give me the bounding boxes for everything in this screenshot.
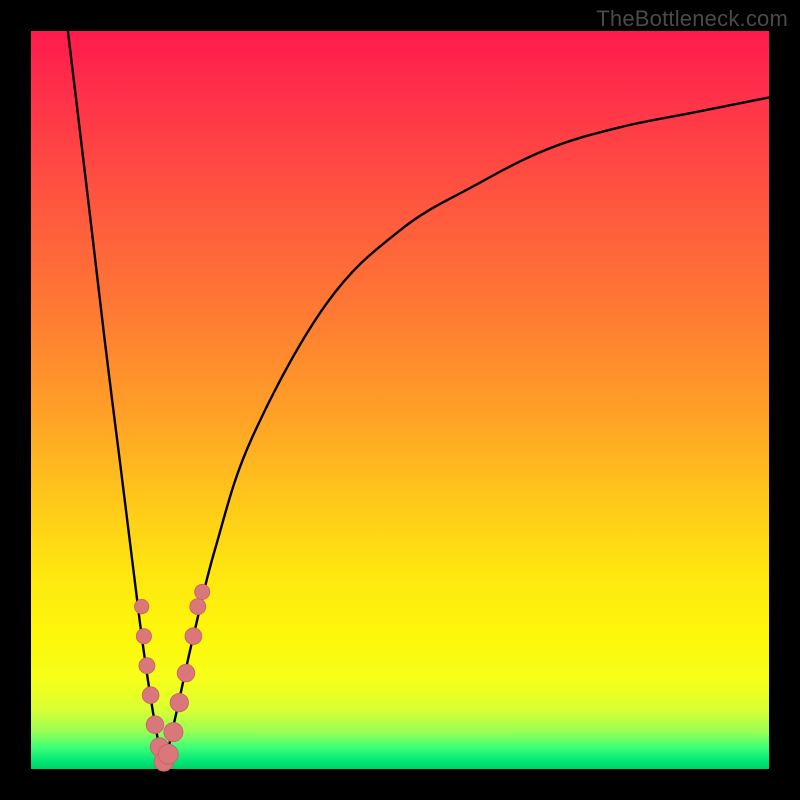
data-point-marker	[136, 629, 151, 644]
marker-group	[135, 584, 210, 771]
plot-area	[31, 31, 769, 769]
data-point-marker	[177, 664, 195, 682]
curve-layer	[31, 31, 769, 769]
data-point-marker	[142, 687, 159, 704]
watermark-text: TheBottleneck.com	[596, 6, 788, 32]
chart-frame: TheBottleneck.com	[0, 0, 800, 800]
bottleneck-curve	[68, 31, 769, 769]
data-point-marker	[170, 693, 188, 711]
data-point-marker	[185, 628, 202, 645]
data-point-marker	[195, 584, 210, 599]
data-point-marker	[164, 723, 183, 742]
data-point-marker	[139, 658, 155, 674]
curve-right-branch	[164, 97, 769, 769]
data-point-marker	[135, 599, 149, 613]
data-point-marker	[158, 744, 178, 764]
data-point-marker	[146, 716, 164, 734]
data-point-marker	[190, 599, 206, 615]
